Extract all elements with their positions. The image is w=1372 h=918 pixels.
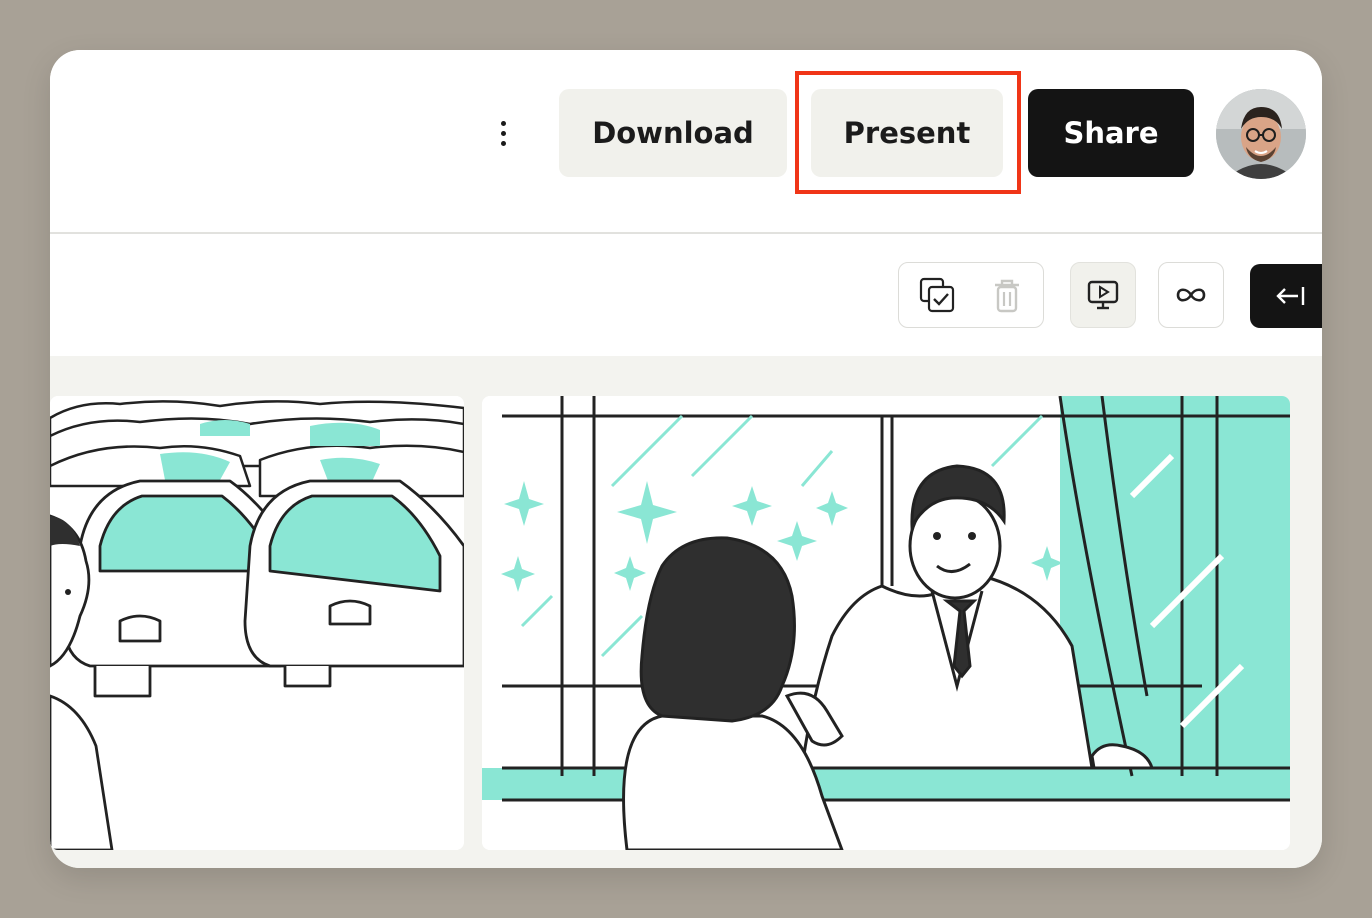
more-options-icon[interactable] [486,108,520,158]
canvas-toolbar [50,234,1322,356]
infinity-icon[interactable] [1158,262,1224,328]
download-button[interactable]: Download [559,89,787,177]
canvas-area [50,356,1322,868]
present-screen-icon[interactable] [1070,262,1136,328]
clinic-reception-illustration[interactable] [482,396,1290,850]
parking-lot-illustration[interactable] [50,396,464,850]
collapse-left-icon[interactable] [1250,264,1322,328]
duplicate-check-icon[interactable] [915,273,959,317]
share-button[interactable]: Share [1028,89,1194,177]
avatar[interactable] [1216,89,1306,179]
app-window: Download Present Share [50,50,1322,868]
header-bar: Download Present Share [50,50,1322,234]
trash-icon[interactable] [985,273,1029,317]
present-button[interactable]: Present [811,89,1003,177]
selection-tools-group [898,262,1044,328]
